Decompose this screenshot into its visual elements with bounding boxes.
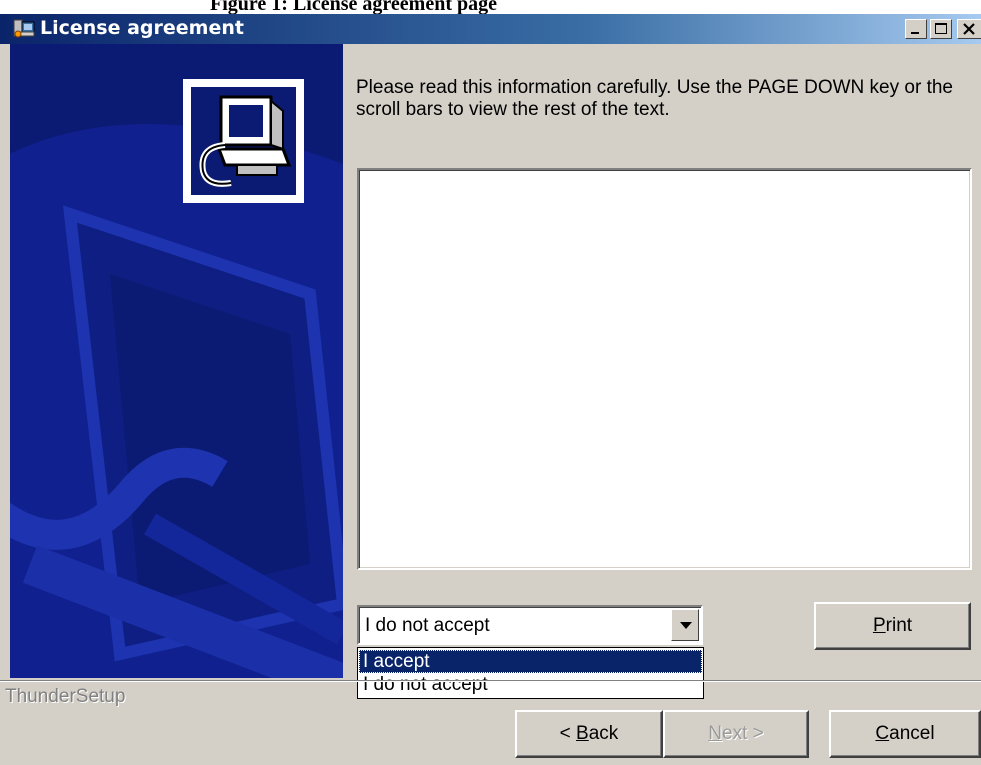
accept-combo[interactable]: I do not accept	[357, 605, 703, 645]
cancel-button[interactable]: Cancel	[829, 710, 981, 758]
footer-divider	[0, 680, 981, 682]
license-text-box[interactable]	[357, 168, 972, 570]
close-icon	[963, 23, 975, 35]
cancel-label-key: C	[875, 723, 890, 744]
figure-caption-text: Figure 1: License agreement page	[210, 0, 497, 14]
back-button[interactable]: < Back	[515, 710, 663, 758]
wizard-banner	[10, 44, 343, 678]
cancel-label-post: ancel	[889, 723, 935, 744]
maximize-icon	[935, 23, 947, 34]
print-label-post: rint	[885, 615, 913, 636]
minimize-button[interactable]	[905, 19, 927, 39]
back-label-key: B	[576, 723, 589, 744]
figure-caption: Figure 1: License agreement page	[0, 0, 981, 14]
minimize-icon	[911, 32, 919, 34]
window-title: License agreement	[40, 17, 244, 39]
instructions-text: Please read this information carefully. …	[356, 77, 953, 120]
back-label-pre: <	[559, 723, 577, 744]
combo-dropdown-button[interactable]	[671, 609, 699, 641]
computer-graphic	[199, 95, 292, 187]
chevron-down-icon	[680, 622, 692, 629]
accept-options-list[interactable]: I accept I do not accept	[357, 647, 704, 699]
license-dialog: Figure 1: License agreement page License…	[0, 0, 981, 765]
close-button[interactable]	[957, 19, 981, 39]
installer-app-icon	[13, 19, 35, 38]
brand-label: ThunderSetup	[5, 686, 126, 707]
maximize-button[interactable]	[930, 19, 952, 39]
option-do-not-accept[interactable]: I do not accept	[359, 673, 702, 696]
print-label-key: P	[872, 615, 886, 636]
next-label-post: ext >	[722, 723, 764, 744]
title-bar[interactable]: License agreement	[0, 14, 981, 44]
print-button[interactable]: Print	[814, 602, 971, 650]
next-label-key: N	[708, 723, 722, 744]
option-accept[interactable]: I accept	[359, 650, 702, 673]
accept-combo-value: I do not accept	[365, 615, 490, 636]
back-label-post: ack	[588, 723, 619, 744]
next-button[interactable]: Next >	[663, 710, 809, 758]
setup-computer-icon	[183, 79, 304, 203]
